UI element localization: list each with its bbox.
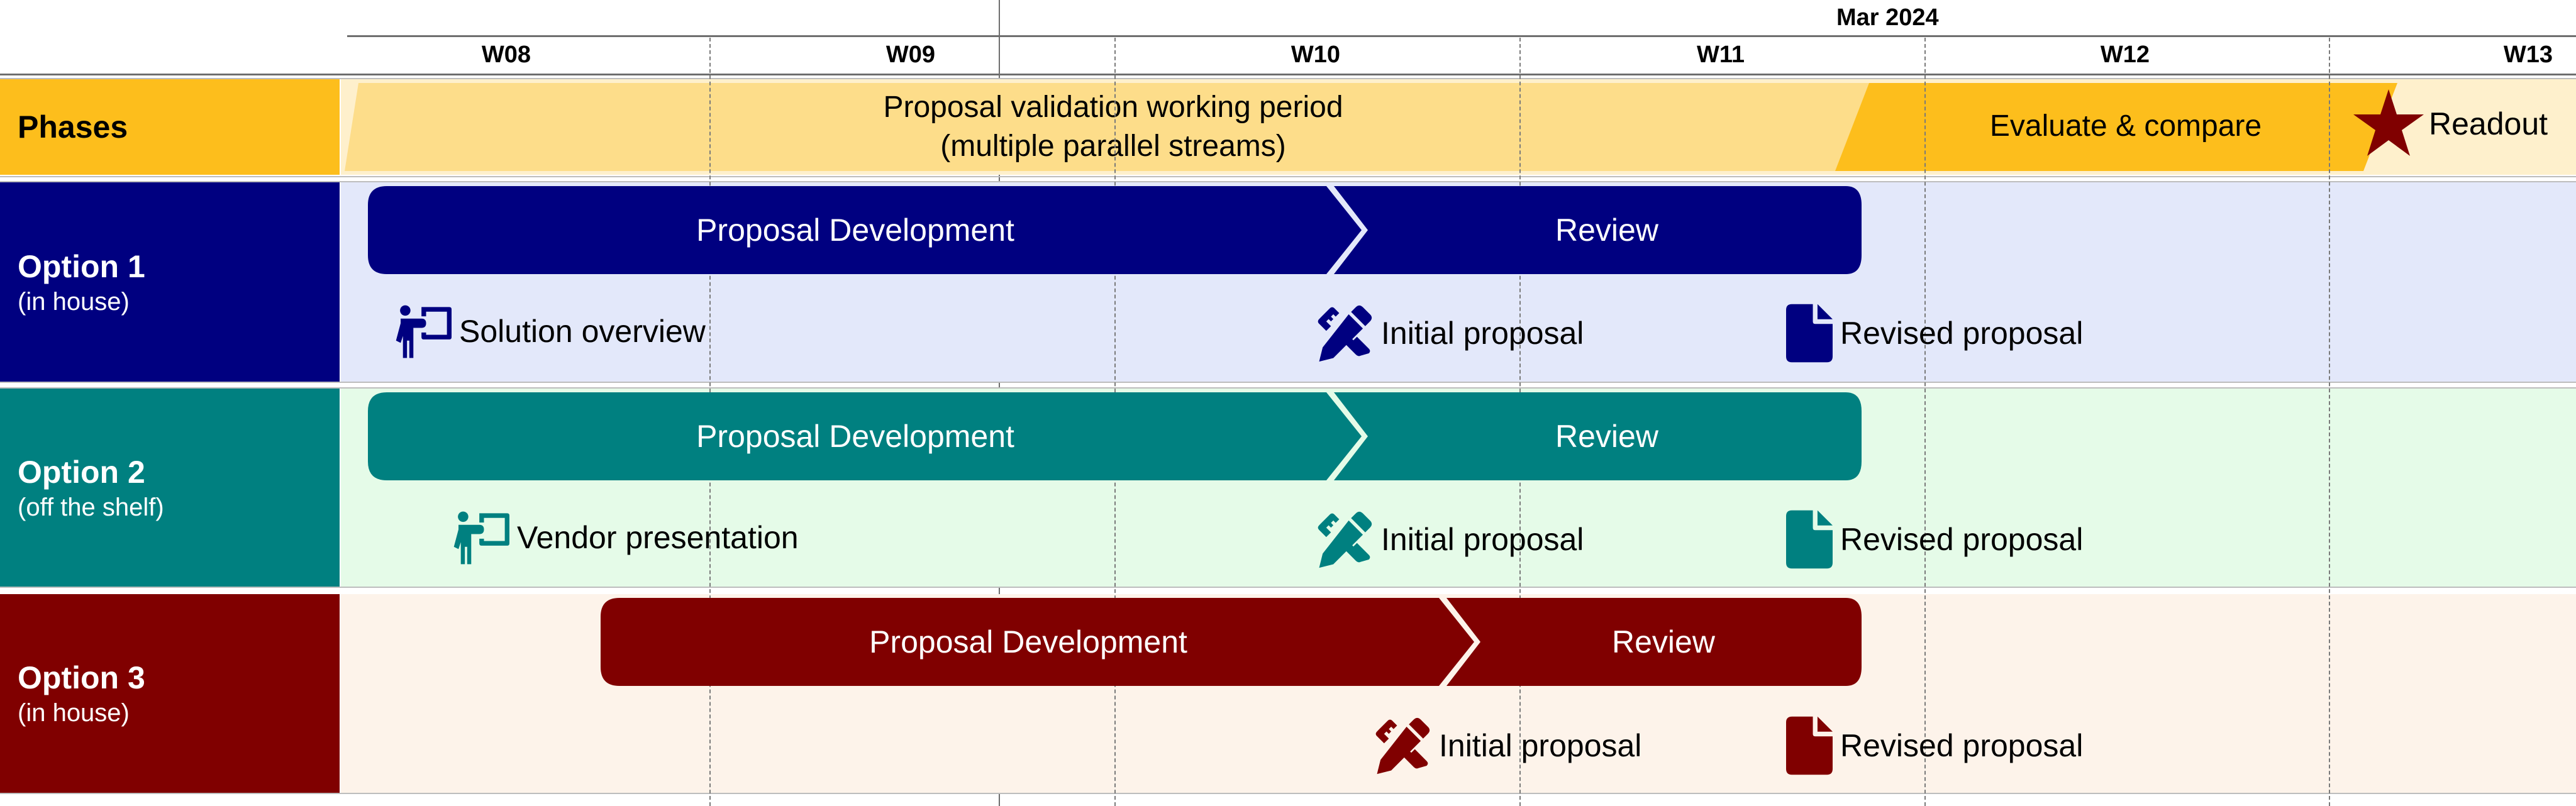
- option-1-bar-proposal-development-label: Proposal Development: [696, 213, 1014, 248]
- option-2-milestone-vendor-presentation: Vendor presentation: [452, 509, 799, 566]
- milestone-label: Revised proposal: [1840, 522, 2084, 557]
- option-1-bar-review-label: Review: [1555, 213, 1658, 248]
- option-2-bar-review-label: Review: [1555, 419, 1658, 454]
- presenter-icon: [452, 509, 509, 566]
- milestone-label: Vendor presentation: [517, 520, 799, 555]
- document-icon: [1786, 510, 1833, 569]
- pencil-ruler-icon: [1372, 716, 1431, 775]
- milestone-label: Revised proposal: [1840, 728, 2084, 763]
- pencil-ruler-icon: [1314, 510, 1374, 569]
- document-icon: [1786, 716, 1833, 775]
- option-3-milestone-revised-proposal: Revised proposal: [1786, 715, 2083, 776]
- milestone-label: Solution overview: [459, 314, 706, 349]
- presenter-icon: [394, 302, 452, 360]
- option-2-milestone-revised-proposal: Revised proposal: [1786, 509, 2083, 570]
- milestone-label: Initial proposal: [1439, 728, 1642, 763]
- option-3-bar-review-label: Review: [1612, 624, 1715, 660]
- option-2-milestone-initial-proposal: Initial proposal: [1314, 509, 1584, 570]
- pencil-ruler-icon: [1314, 304, 1374, 363]
- option-2-bar-proposal-development-label: Proposal Development: [696, 419, 1014, 454]
- milestone-label: Initial proposal: [1381, 522, 1584, 557]
- option-1-milestone-revised-proposal: Revised proposal: [1786, 303, 2083, 363]
- milestone-label: Revised proposal: [1840, 316, 2084, 351]
- document-icon: [1786, 304, 1833, 363]
- option-1-milestone-initial-proposal: Initial proposal: [1314, 303, 1584, 363]
- milestone-label: Initial proposal: [1381, 316, 1584, 351]
- option-1-milestone-solution-overview: Solution overview: [394, 303, 706, 360]
- option-3-milestone-initial-proposal: Initial proposal: [1372, 715, 1641, 776]
- option-3-bar-proposal-development-label: Proposal Development: [869, 624, 1187, 660]
